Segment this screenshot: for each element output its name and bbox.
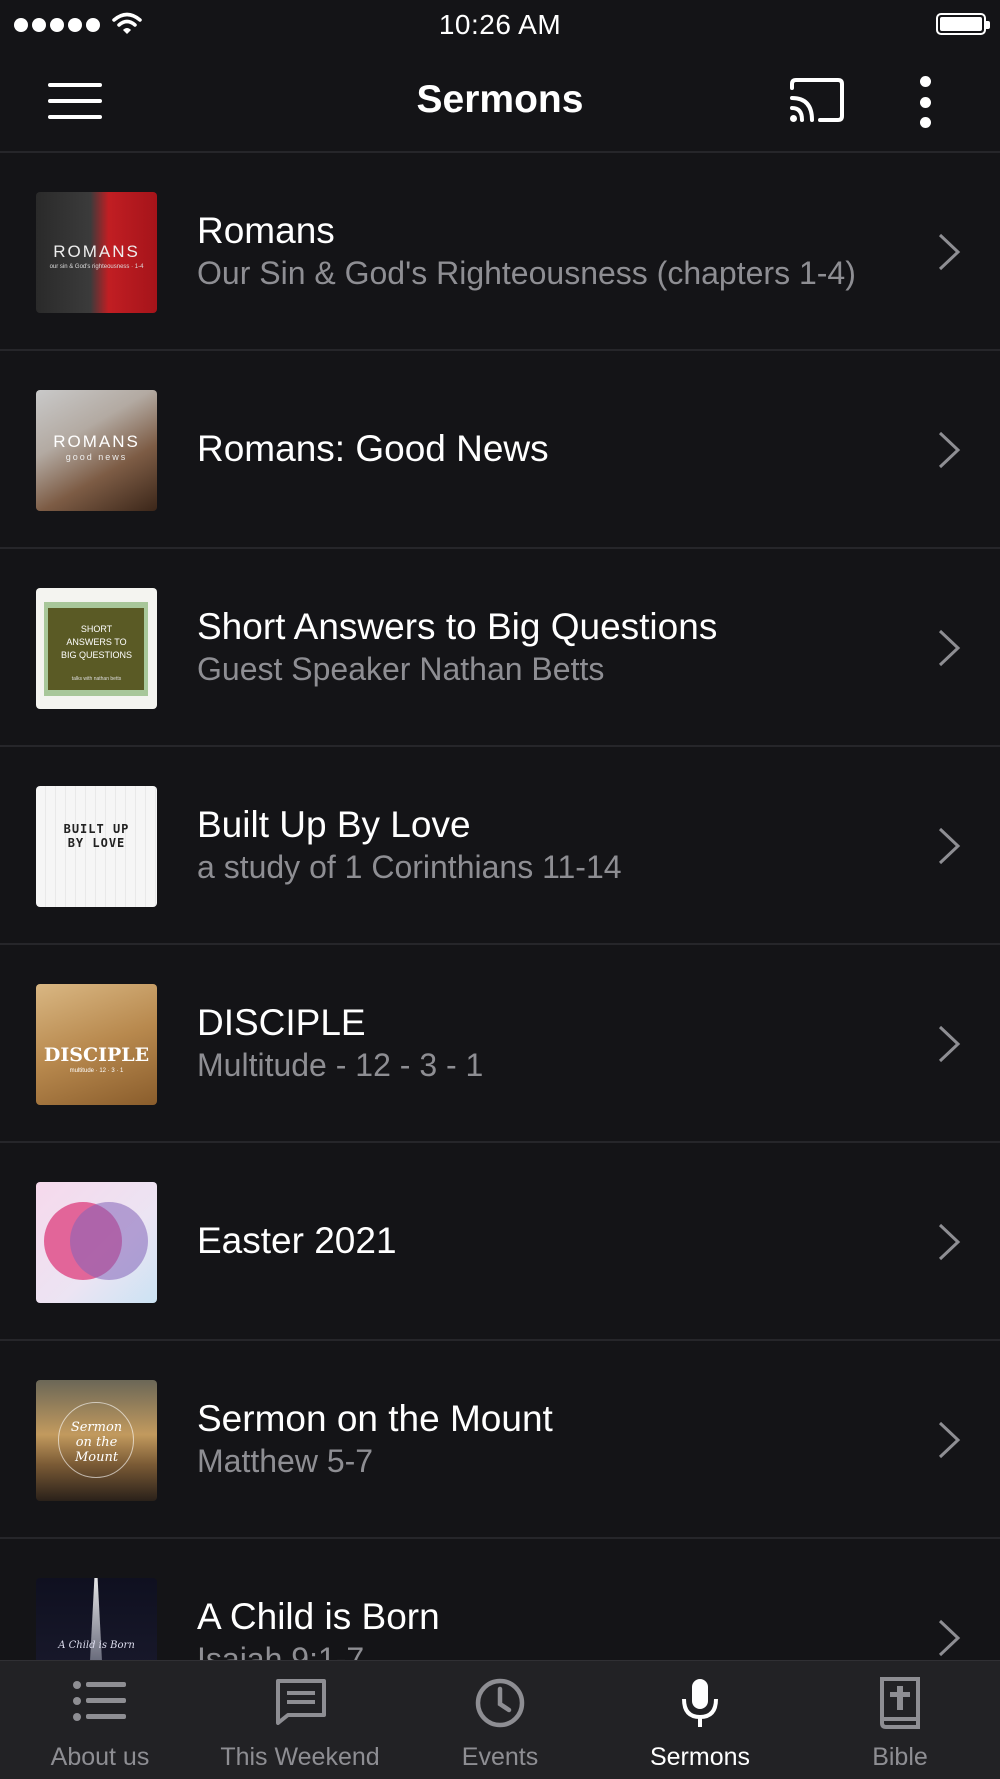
sermon-title: Romans: Good News [197,428,549,469]
bulletin-icon [276,1679,326,1725]
bible-icon [880,1677,920,1729]
tab-this-weekend[interactable]: This Weekend [200,1661,400,1779]
page-title: Sermons [416,78,584,121]
tab-about-us[interactable]: About us [0,1661,200,1779]
wifi-icon [112,12,142,34]
chevron-right-icon [938,629,961,667]
chevron-right-icon [938,233,961,271]
sermon-subtitle: Our Sin & God's Righteousness (chapters … [197,255,856,291]
chevron-right-icon [938,1223,961,1261]
sermon-list-item[interactable]: Easter 2021 [0,1143,1000,1341]
sermon-title: Romans [197,210,335,251]
list-icon [73,1681,126,1721]
sermon-list: ROMANS our sin & God's righteousness · 1… [0,153,1000,1660]
chevron-right-icon [938,827,961,865]
series-artwork-built-up-by-love: BUILT UP BY LOVE [36,786,157,907]
series-artwork-romans-good-news: ROMANS good news [36,390,157,511]
sermon-title: Short Answers to Big Questions [197,606,718,647]
sermon-list-item[interactable]: A Child is Born A Child is Born Isaiah 9… [0,1539,1000,1660]
battery-icon [936,13,990,35]
series-artwork-a-child-is-born: A Child is Born [36,1578,157,1660]
sermon-subtitle: Matthew 5-7 [197,1443,374,1479]
tab-bar: About us This Weekend Events Sermons Bib… [0,1660,1000,1779]
sermon-subtitle: Isaiah 9:1-7 [197,1641,365,1660]
series-artwork-disciple: DISCIPLE multitude · 12 · 3 · 1 [36,984,157,1105]
chevron-right-icon [938,1619,961,1657]
more-options-button[interactable] [915,76,935,128]
sermon-title: A Child is Born [197,1596,440,1637]
sermon-list-item[interactable]: DISCIPLE multitude · 12 · 3 · 1 DISCIPLE… [0,945,1000,1143]
cast-icon[interactable] [788,76,846,124]
sermon-title: Easter 2021 [197,1220,397,1261]
sermon-subtitle: Guest Speaker Nathan Betts [197,651,605,687]
tab-bible[interactable]: Bible [800,1661,1000,1779]
sermon-title: DISCIPLE [197,1002,366,1043]
sermon-list-item[interactable]: ROMANS good news Romans: Good News [0,351,1000,549]
navigation-bar: Sermons [0,50,1000,153]
sermon-title: Built Up By Love [197,804,471,845]
sermon-list-item[interactable]: BUILT UP BY LOVE Built Up By Love a stud… [0,747,1000,945]
chevron-right-icon [938,1025,961,1063]
series-artwork-romans: ROMANS our sin & God's righteousness · 1… [36,192,157,313]
sermon-subtitle: Multitude - 12 - 3 - 1 [197,1047,484,1083]
sermon-title: Sermon on the Mount [197,1398,553,1439]
tab-events[interactable]: Events [400,1661,600,1779]
signal-strength-icon [14,18,100,32]
series-artwork-short-answers: SHORT ANSWERS TO BIG QUESTIONS talks wit… [36,588,157,709]
sermon-subtitle: a study of 1 Corinthians 11-14 [197,849,622,885]
microphone-icon [682,1679,718,1727]
series-artwork-easter-2021 [36,1182,157,1303]
chevron-right-icon [938,1421,961,1459]
sermon-list-item[interactable]: ROMANS our sin & God's righteousness · 1… [0,153,1000,351]
clock-icon [475,1678,525,1728]
status-time: 10:26 AM [438,9,562,40]
chevron-right-icon [938,431,961,469]
series-artwork-sermon-on-the-mount: Sermon on the Mount [36,1380,157,1501]
tab-sermons[interactable]: Sermons [600,1661,800,1779]
status-bar: 10:26 AM [0,0,1000,50]
sermon-list-item[interactable]: SHORT ANSWERS TO BIG QUESTIONS talks wit… [0,549,1000,747]
sermon-list-item[interactable]: Sermon on the Mount Sermon on the Mount … [0,1341,1000,1539]
